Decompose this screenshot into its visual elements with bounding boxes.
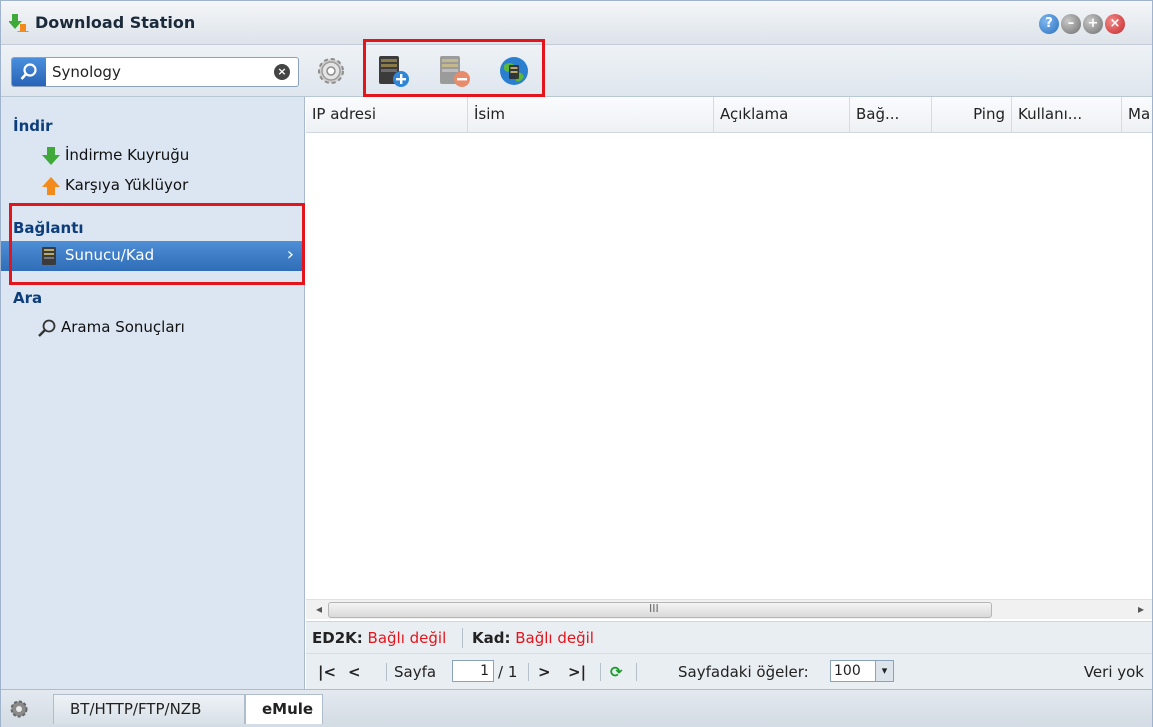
column-description[interactable]: Açıklama [714,97,850,133]
gear-icon[interactable] [9,699,29,719]
ed2k-status-value: Bağlı değil [367,629,447,647]
column-users[interactable]: Kullanı... [1012,97,1122,133]
column-max[interactable]: Ma [1122,97,1152,133]
download-station-window: Download Station ? – + × × [0,0,1153,727]
search-icon[interactable] [12,58,46,86]
search-box: × [11,57,299,87]
scroll-left-arrow-icon[interactable]: ◂ [316,602,322,616]
remove-server-icon[interactable] [436,53,472,89]
scrollbar-grip-icon: III [649,602,659,615]
sidebar-item-label: Arama Sonuçları [61,318,185,336]
sidebar-item-label: İndirme Kuyruğu [65,146,190,164]
server-table-body [306,133,1152,597]
sidebar-heading-search: Ara [13,289,43,307]
page-total: / 1 [498,663,518,681]
items-per-page-select[interactable]: 100 ▾ [830,660,894,682]
first-page-icon[interactable]: |< [318,663,336,681]
title-bar: Download Station ? – + × [1,1,1152,45]
sidebar-item-download-queue[interactable]: İndirme Kuyruğu [1,141,304,171]
ed2k-status-label: ED2K: [312,629,363,647]
pager-divider [636,663,637,681]
add-server-icon[interactable] [375,53,411,89]
items-per-page-label: Sayfadaki öğeler: [678,663,809,681]
kad-status: Kad: Bağlı değil [472,629,594,647]
close-icon[interactable]: × [1105,14,1125,34]
page-number-input[interactable]: 1 [452,660,494,682]
status-divider [462,628,463,648]
column-name[interactable]: İsim [468,97,714,133]
upload-arrow-icon [42,177,60,195]
column-ip-address[interactable]: IP adresi [306,97,468,133]
toolbar: × [1,45,1152,97]
tab-emule[interactable]: eMule [245,694,323,724]
help-icon[interactable]: ? [1039,14,1059,34]
next-page-icon[interactable]: > [538,663,551,681]
minimize-icon[interactable]: – [1061,14,1081,34]
pager-divider [386,663,387,681]
search-icon [38,319,56,337]
sidebar-item-search-results[interactable]: Arama Sonuçları [1,313,304,343]
pager-divider [600,663,601,681]
network-globe-icon[interactable] [496,53,532,89]
sidebar-heading-download: İndir [13,117,53,135]
scroll-right-arrow-icon[interactable]: ▸ [1138,602,1144,616]
sidebar-item-label: Karşıya Yüklüyor [65,176,189,194]
pager-divider [528,663,529,681]
connection-status-bar: ED2K: Bağlı değil Kad: Bağlı değil [306,621,1152,653]
download-station-icon [9,14,29,32]
kad-status-value: Bağlı değil [515,629,594,647]
sidebar: İndir İndirme Kuyruğu Karşıya Yüklüyor B… [1,97,305,689]
column-ping[interactable]: Ping [932,97,1012,133]
pagination-bar: |< < Sayfa 1 / 1 > >| ⟳ Sayfadaki öğeler… [306,653,1152,689]
connection-section-highlight [9,203,305,285]
window-title: Download Station [35,13,196,32]
ed2k-status: ED2K: Bağlı değil [312,629,446,647]
empty-data-text: Veri yok [1083,663,1144,681]
tab-bt-http-ftp-nzb[interactable]: BT/HTTP/FTP/NZB [53,694,245,724]
kad-status-label: Kad: [472,629,511,647]
chevron-down-icon: ▾ [875,661,893,681]
server-table-header: IP adresi İsim Açıklama Bağ... Ping Kull… [306,97,1152,133]
scrollbar-thumb[interactable]: III [328,602,992,618]
previous-page-icon[interactable]: < [348,663,361,681]
clear-search-icon[interactable]: × [274,64,290,80]
horizontal-scrollbar[interactable]: ◂ III ▸ [306,599,1152,619]
settings-gear-icon[interactable] [313,53,349,89]
items-per-page-value: 100 [834,663,861,679]
refresh-icon[interactable]: ⟳ [610,663,623,681]
maximize-icon[interactable]: + [1083,14,1103,34]
search-input[interactable] [52,62,252,82]
column-connection[interactable]: Bağ... [850,97,932,133]
last-page-icon[interactable]: >| [568,663,586,681]
sidebar-item-uploading[interactable]: Karşıya Yüklüyor [1,171,304,201]
download-arrow-icon [42,147,60,165]
page-label: Sayfa [394,663,437,681]
bottom-tab-bar: BT/HTTP/FTP/NZB eMule [1,689,1152,727]
